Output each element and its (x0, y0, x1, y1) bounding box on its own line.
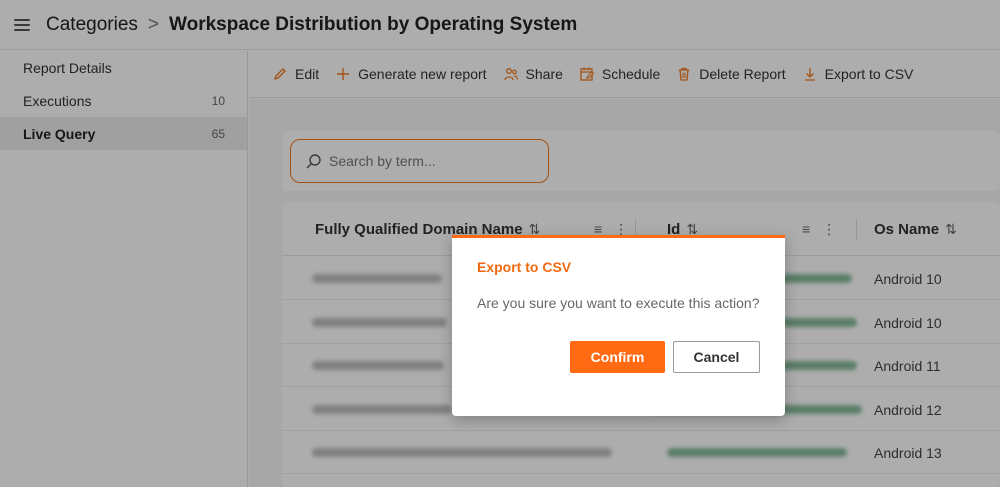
dialog-message: Are you sure you want to execute this ac… (477, 295, 760, 311)
confirm-dialog: Export to CSV Are you sure you want to e… (452, 235, 785, 416)
confirm-button[interactable]: Confirm (570, 341, 665, 373)
dialog-title: Export to CSV (477, 259, 572, 275)
app-window: Categories > Workspace Distribution by O… (0, 0, 1000, 487)
cancel-button[interactable]: Cancel (673, 341, 760, 373)
